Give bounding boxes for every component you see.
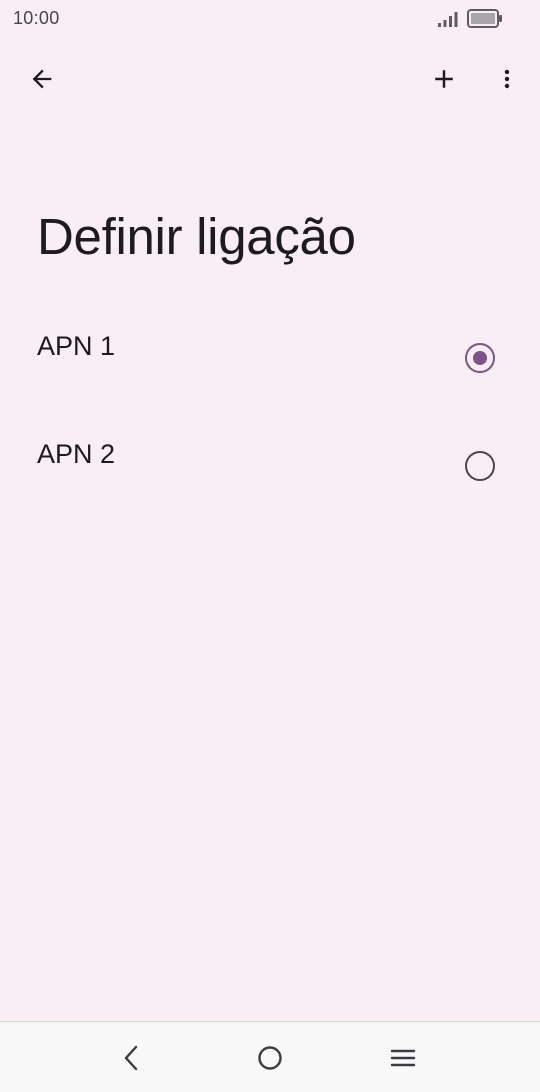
nav-menu-icon — [390, 1049, 416, 1067]
page-title: Definir ligação — [37, 208, 356, 265]
apn-list-item[interactable]: APN 1 — [0, 320, 540, 420]
add-apn-button[interactable] — [420, 55, 468, 103]
nav-back-button[interactable] — [108, 1034, 156, 1082]
more-options-button[interactable] — [483, 55, 531, 103]
nav-recents-button[interactable] — [379, 1034, 427, 1082]
back-button[interactable] — [18, 55, 66, 103]
radio-unselected-icon[interactable] — [465, 451, 495, 481]
apn-settings-screen: 10:00 Definir ligação APN 1 APN 2 — [0, 0, 540, 1092]
app-bar — [0, 50, 540, 110]
nav-home-icon — [258, 1046, 282, 1070]
nav-back-icon — [124, 1045, 138, 1071]
status-bar: 10:00 — [0, 0, 540, 38]
nav-home-button[interactable] — [246, 1034, 294, 1082]
apn-list-item[interactable]: APN 2 — [0, 428, 540, 528]
status-time: 10:00 — [13, 8, 60, 28]
plus-icon — [435, 70, 453, 88]
apn-label: APN 1 — [37, 331, 116, 361]
signal-icon — [438, 12, 458, 27]
apn-label: APN 2 — [37, 439, 116, 469]
radio-selected-icon[interactable] — [465, 343, 495, 373]
arrow-back-icon — [32, 69, 52, 89]
navigation-bar — [0, 1021, 540, 1092]
battery-icon — [467, 9, 502, 28]
more-vert-icon — [504, 69, 510, 89]
